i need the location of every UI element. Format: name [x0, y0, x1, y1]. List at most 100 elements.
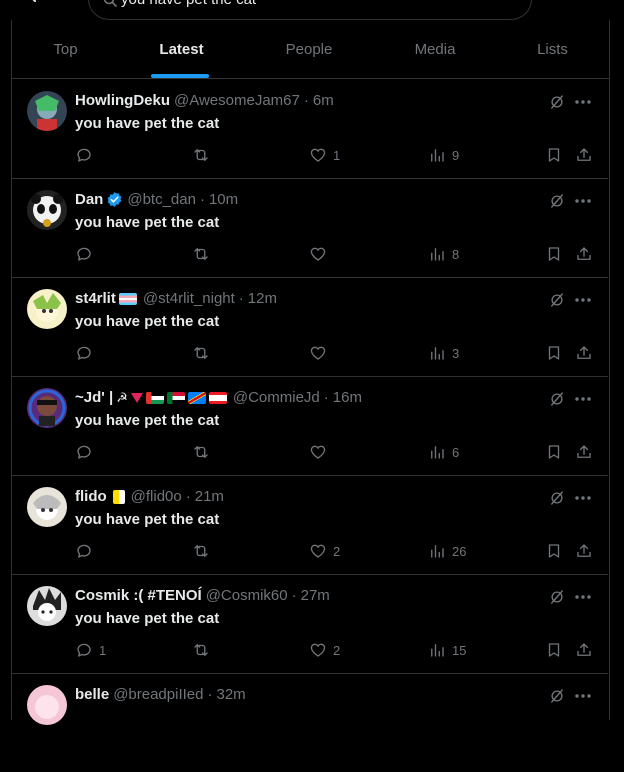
repost-button[interactable]	[192, 245, 216, 263]
timestamp[interactable]: 21m	[195, 488, 224, 505]
reply-button[interactable]: 1	[75, 641, 106, 659]
author-name[interactable]: st4rlit	[75, 290, 116, 307]
reply-button[interactable]	[75, 542, 99, 560]
bookmark-button[interactable]	[545, 641, 563, 659]
back-arrow-icon[interactable]	[26, 0, 46, 6]
timestamp[interactable]: 10m	[209, 191, 238, 208]
author-handle[interactable]: @flid0o	[131, 488, 182, 505]
like-icon	[309, 146, 327, 164]
timestamp[interactable]: 32m	[216, 686, 245, 703]
repost-button[interactable]	[192, 443, 216, 461]
reply-button[interactable]	[75, 443, 99, 461]
more-icon[interactable]	[574, 291, 592, 314]
grok-icon[interactable]	[548, 192, 566, 215]
tweet[interactable]: belle @breadpiIIed · 32m	[11, 673, 608, 772]
like-button[interactable]	[309, 443, 333, 461]
avatar[interactable]	[27, 388, 67, 428]
author-name[interactable]: Dan	[75, 191, 103, 208]
avatar[interactable]	[27, 487, 67, 527]
search-input[interactable]	[115, 0, 501, 8]
bookmark-button[interactable]	[545, 542, 563, 560]
tweet[interactable]: Cosmik :( #TENOÍ @Cosmik60 · 27m you hav…	[11, 574, 608, 674]
repost-button[interactable]	[192, 146, 216, 164]
grok-icon[interactable]	[548, 291, 566, 314]
tweet[interactable]: ~Jd' | ☭ @CommieJd · 16m you have pet th…	[11, 376, 608, 476]
tweet-actions: 3	[75, 344, 595, 366]
tab-media[interactable]: Media	[374, 20, 496, 78]
avatar[interactable]	[27, 190, 67, 230]
repost-icon	[192, 542, 210, 560]
author-handle[interactable]: @st4rlit_night	[143, 290, 235, 307]
author-handle[interactable]: @Cosmik60	[206, 587, 288, 604]
bookmark-button[interactable]	[545, 245, 563, 263]
repost-icon	[192, 641, 210, 659]
share-button[interactable]	[575, 344, 593, 362]
like-button[interactable]: 2	[309, 641, 340, 659]
like-button[interactable]	[309, 344, 333, 362]
search-box[interactable]	[88, 0, 532, 20]
like-button[interactable]: 1	[309, 146, 340, 164]
grok-icon[interactable]	[548, 489, 566, 512]
tweet-text: you have pet the cat	[75, 313, 220, 330]
author-handle[interactable]: @AwesomeJam67	[174, 92, 300, 109]
more-icon[interactable]	[574, 489, 592, 512]
more-icon[interactable]	[574, 390, 592, 413]
timestamp[interactable]: 12m	[248, 290, 277, 307]
search-tabs: Top Latest People Media Lists	[12, 20, 609, 79]
avatar[interactable]	[27, 289, 67, 329]
author-name[interactable]: ~Jd' |	[75, 389, 113, 406]
avatar[interactable]	[27, 586, 67, 626]
tweet[interactable]: flido @flid0o · 21m you have pet the cat…	[11, 475, 608, 575]
timestamp[interactable]: 16m	[333, 389, 362, 406]
share-button[interactable]	[575, 245, 593, 263]
views-button[interactable]: 15	[428, 641, 466, 659]
views-button[interactable]: 8	[428, 245, 459, 263]
author-handle[interactable]: @breadpiIIed	[113, 686, 203, 703]
timestamp[interactable]: 27m	[301, 587, 330, 604]
author-name[interactable]: HowlingDeku	[75, 92, 170, 109]
share-button[interactable]	[575, 542, 593, 560]
author-name[interactable]: flido	[75, 488, 107, 505]
share-button[interactable]	[575, 146, 593, 164]
tab-lists[interactable]: Lists	[496, 20, 609, 78]
like-button[interactable]	[309, 245, 333, 263]
bookmark-button[interactable]	[545, 443, 563, 461]
author-name[interactable]: Cosmik :( #TENOÍ	[75, 587, 202, 604]
author-handle[interactable]: @btc_dan	[127, 191, 196, 208]
avatar[interactable]	[27, 91, 67, 131]
grok-icon[interactable]	[548, 93, 566, 116]
grok-icon[interactable]	[548, 390, 566, 413]
avatar[interactable]	[27, 685, 67, 725]
views-icon	[428, 245, 446, 263]
views-button[interactable]: 9	[428, 146, 459, 164]
author-handle[interactable]: @CommieJd	[233, 389, 320, 406]
author-name[interactable]: belle	[75, 686, 109, 703]
repost-button[interactable]	[192, 542, 216, 560]
more-icon[interactable]	[574, 588, 592, 611]
repost-button[interactable]	[192, 344, 216, 362]
tab-top[interactable]: Top	[12, 20, 119, 78]
views-button[interactable]: 6	[428, 443, 459, 461]
more-icon[interactable]	[574, 93, 592, 116]
views-button[interactable]: 3	[428, 344, 459, 362]
tweet[interactable]: HowlingDeku @AwesomeJam67 · 6m you have …	[11, 79, 608, 179]
timestamp[interactable]: 6m	[313, 92, 334, 109]
reply-button[interactable]	[75, 245, 99, 263]
tweet-text: you have pet the cat	[75, 115, 220, 132]
like-button[interactable]: 2	[309, 542, 340, 560]
tab-people[interactable]: People	[244, 20, 374, 78]
share-button[interactable]	[575, 641, 593, 659]
bookmark-button[interactable]	[545, 344, 563, 362]
bookmark-button[interactable]	[545, 146, 563, 164]
repost-button[interactable]	[192, 641, 216, 659]
share-button[interactable]	[575, 443, 593, 461]
tweet[interactable]: Dan @btc_dan · 10m you have pet the cat …	[11, 178, 608, 278]
tab-latest[interactable]: Latest	[119, 20, 244, 78]
reply-button[interactable]	[75, 146, 99, 164]
views-button[interactable]: 26	[428, 542, 466, 560]
grok-icon[interactable]	[548, 588, 566, 611]
verified-badge-icon	[106, 191, 123, 208]
reply-button[interactable]	[75, 344, 99, 362]
tweet[interactable]: st4rlit @st4rlit_night · 12m you have pe…	[11, 277, 608, 377]
more-icon[interactable]	[574, 192, 592, 215]
